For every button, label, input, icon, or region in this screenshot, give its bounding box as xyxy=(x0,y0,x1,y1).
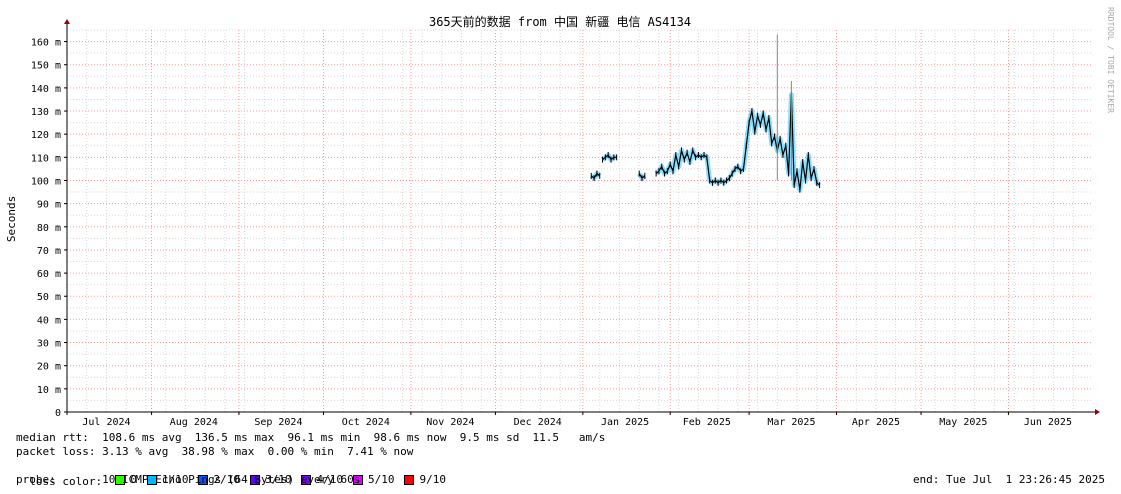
x-tick-label: Sep 2024 xyxy=(254,417,302,428)
median-rtt-stats: median rtt: 108.6 ms avg 136.5 ms max 96… xyxy=(16,431,606,444)
latency-chart: 0 10 m 20 m 30 m 40 m 50 m 60 m 70 m 80 m 90 m 100… xyxy=(5,7,1115,428)
y-tick-label: 40 m xyxy=(37,315,61,326)
y-tick-label: 110 m xyxy=(31,153,61,164)
loss-swatch xyxy=(404,475,415,485)
y-tick-label: 80 m xyxy=(37,223,61,234)
y-tick-label: 10 m xyxy=(37,385,61,396)
y-tick-label: 50 m xyxy=(37,292,61,303)
y-tick-label: 160 m xyxy=(31,38,61,49)
y-tick-label: 140 m xyxy=(31,84,61,95)
x-axis-arrow xyxy=(1095,409,1100,415)
loss-legend-item: 9/10 xyxy=(404,473,446,487)
chart-grid xyxy=(67,29,1093,412)
loss-label: 9/10 xyxy=(419,473,446,486)
y-tick-label: 20 m xyxy=(37,362,61,373)
watermark: RRDTOOL / TOBI OETIKER xyxy=(1106,7,1115,113)
y-tick-label: 30 m xyxy=(37,339,61,350)
series-band xyxy=(654,92,822,193)
y-axis-arrow xyxy=(64,19,70,24)
packet-loss-stats: packet loss: 3.13 % avg 38.98 % max 0.00… xyxy=(16,445,414,458)
x-tick-label: Oct 2024 xyxy=(342,417,390,428)
x-tick-label: Jan 2025 xyxy=(601,417,649,428)
x-tick-label: Jun 2025 xyxy=(1024,417,1072,428)
y-tick-label: 0 xyxy=(55,408,61,419)
y-tick-label: 120 m xyxy=(31,130,61,141)
y-tick-label: 150 m xyxy=(31,61,61,72)
x-tick-label: Dec 2024 xyxy=(514,417,562,428)
end-time: end: Tue Jul 1 23:26:45 2025 xyxy=(912,473,1105,486)
x-tick-label: May 2025 xyxy=(939,417,987,428)
x-tick-label: Feb 2025 xyxy=(683,417,731,428)
y-tick-label: 70 m xyxy=(37,246,61,257)
x-tick-label: Aug 2024 xyxy=(170,417,218,428)
chart-axes xyxy=(64,19,1100,415)
x-tick-label: Mar 2025 xyxy=(767,417,815,428)
loss-label: 5/10 xyxy=(367,473,395,486)
x-tick-label: Jul 2024 xyxy=(82,417,130,428)
y-tick-label: 90 m xyxy=(37,200,61,211)
y-tick-label: 60 m xyxy=(37,269,61,280)
y-tick-label: 130 m xyxy=(31,107,61,118)
y-axis-label: Seconds xyxy=(5,196,18,242)
probe-info: probe: 10 ICMP Echo Pings (64 Bytes) eve… xyxy=(16,473,361,486)
y-tick-label: 100 m xyxy=(31,176,61,187)
x-tick-label: Nov 2024 xyxy=(426,417,474,428)
x-tick-label: Apr 2025 xyxy=(852,417,900,428)
chart-title: 365天前的数据 from 中国 新疆 电信 AS4134 xyxy=(429,14,691,29)
